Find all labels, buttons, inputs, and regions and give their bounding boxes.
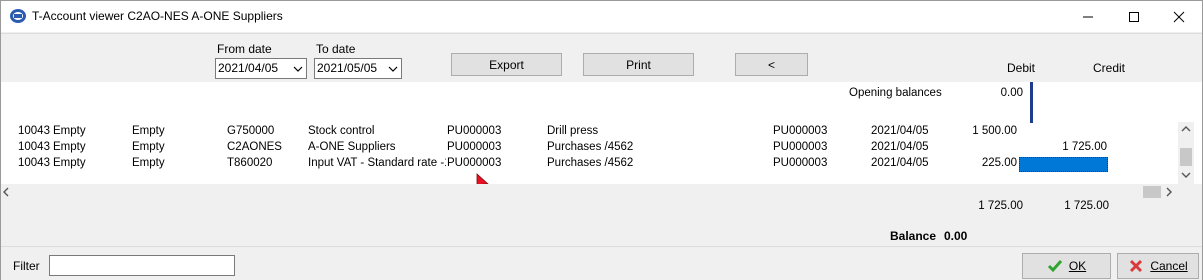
total-credit: 1 725.00	[1064, 200, 1109, 212]
opening-balance-marker	[1030, 82, 1033, 123]
balance-label: Balance	[890, 229, 937, 243]
app-icon	[9, 8, 27, 24]
row-date: 2021/04/05	[871, 125, 929, 137]
to-date-select[interactable]: 2021/05/05	[314, 58, 402, 79]
row-field-2: Empty	[132, 125, 165, 137]
opening-balances-label: Opening balances	[849, 87, 942, 99]
cancel-label: Cancel	[1150, 259, 1188, 273]
export-button[interactable]: Export	[451, 53, 562, 76]
from-date-value: 2021/04/05	[218, 61, 279, 75]
row-field-1: Empty	[53, 125, 86, 137]
to-date-value: 2021/05/05	[317, 61, 378, 75]
row-document: PU000003	[773, 141, 828, 153]
table-row[interactable]: 10043 Empty Empty G750000 Stock control …	[1, 125, 1178, 141]
row-description: Purchases /4562	[547, 141, 634, 153]
row-date: 2021/04/05	[871, 157, 929, 169]
previous-button[interactable]: <	[735, 53, 808, 76]
cancel-button[interactable]: Cancel	[1117, 253, 1199, 279]
toolbar: From date 2021/04/05 To date 2021/05/05 …	[1, 33, 1202, 81]
row-field-1: Empty	[53, 141, 86, 153]
row-debit: 1 500.00	[972, 125, 1017, 137]
debit-column-header: Debit	[1007, 61, 1036, 75]
scroll-right-icon[interactable]	[1165, 187, 1173, 197]
ok-button[interactable]: OK	[1022, 253, 1111, 279]
ok-label: OK	[1068, 259, 1087, 273]
row-document: PU000003	[773, 157, 828, 169]
to-date-label: To date	[316, 42, 356, 56]
print-button[interactable]: Print	[583, 53, 694, 76]
credit-column-header: Credit	[1093, 61, 1126, 75]
row-field-2: Empty	[132, 141, 165, 153]
row-reference: PU000003	[447, 157, 502, 169]
close-icon	[1173, 11, 1185, 22]
row-reference: PU000003	[447, 125, 502, 137]
row-description: Purchases /4562	[547, 157, 634, 169]
minimize-button[interactable]	[1065, 1, 1111, 32]
filter-label: Filter	[13, 259, 40, 273]
maximize-icon	[1129, 11, 1139, 22]
scroll-down-icon[interactable]	[1181, 171, 1191, 179]
row-date: 2021/04/05	[871, 141, 929, 153]
row-account-name: A-ONE Suppliers	[308, 141, 396, 153]
row-field-2: Empty	[132, 157, 165, 169]
bottom-bar: Filter OK Cancel	[1, 246, 1202, 280]
close-button[interactable]	[1156, 1, 1202, 32]
scroll-up-icon[interactable]	[1181, 125, 1191, 133]
from-date-select[interactable]: 2021/04/05	[215, 58, 307, 79]
table-row[interactable]: 10043 Empty Empty T860020 Input VAT - St…	[1, 157, 1178, 173]
maximize-button[interactable]	[1111, 1, 1157, 32]
row-account: C2AONES	[227, 141, 282, 153]
row-account-name: Input VAT - Standard rate -15	[308, 157, 446, 169]
vertical-scrollbar[interactable]	[1178, 122, 1194, 184]
horizontal-scroll-thumb[interactable]	[1143, 186, 1161, 198]
totals-panel: 1 725.00 1 725.00 Balance 0.00	[1, 200, 1202, 246]
row-id: 10043	[18, 141, 50, 153]
filter-input[interactable]	[49, 255, 235, 276]
transactions-grid[interactable]: Opening balances 0.00 10043 Empty Empty …	[1, 82, 1202, 193]
balance-value: 0.00	[944, 229, 968, 243]
chevron-down-icon	[388, 66, 398, 72]
minimize-icon	[1083, 16, 1093, 17]
chevron-down-icon	[293, 66, 303, 72]
row-field-1: Empty	[53, 157, 86, 169]
row-document: PU000003	[773, 125, 828, 137]
horizontal-scrollbar[interactable]	[1, 184, 1178, 200]
total-debit: 1 725.00	[978, 200, 1023, 212]
selected-credit-cell[interactable]	[1019, 157, 1108, 172]
row-account: T860020	[227, 157, 273, 169]
checkmark-icon	[1047, 260, 1062, 273]
row-credit: 1 725.00	[1062, 141, 1107, 153]
row-id: 10043	[18, 125, 50, 137]
table-row[interactable]: 10043 Empty Empty C2AONES A-ONE Supplier…	[1, 141, 1178, 157]
scroll-left-icon[interactable]	[2, 187, 10, 197]
title-bar: T-Account viewer C2AO-NES A-ONE Supplier…	[1, 1, 1202, 32]
t-account-viewer-window: T-Account viewer C2AO-NES A-ONE Supplier…	[0, 0, 1203, 280]
cancel-x-icon	[1130, 259, 1143, 273]
window-title: T-Account viewer C2AO-NES A-ONE Supplier…	[32, 9, 283, 23]
vertical-scroll-thumb[interactable]	[1180, 148, 1192, 166]
row-reference: PU000003	[447, 141, 502, 153]
row-id: 10043	[18, 157, 50, 169]
opening-balance-debit: 0.00	[1000, 87, 1023, 99]
row-debit: 225.00	[981, 157, 1017, 169]
row-description: Drill press	[547, 125, 599, 137]
from-date-label: From date	[217, 42, 272, 56]
row-account-name: Stock control	[308, 125, 375, 137]
row-account: G750000	[227, 125, 275, 137]
